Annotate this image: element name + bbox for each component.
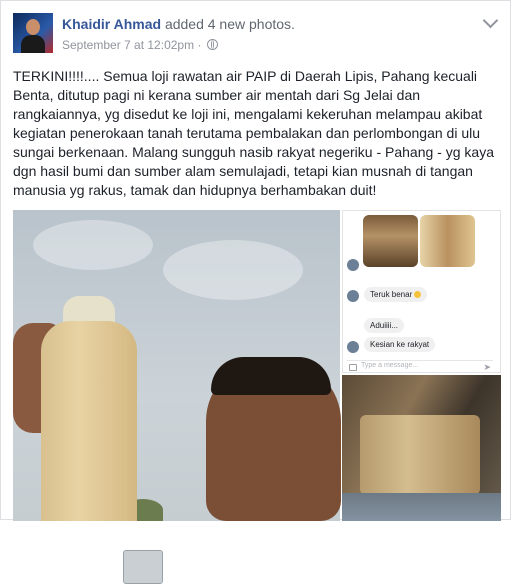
camera-icon [349, 364, 357, 371]
chat-image-foam [420, 215, 475, 267]
chat-input-placeholder: Type a message... [361, 362, 419, 369]
photo-murky-water[interactable] [342, 375, 501, 521]
photo-chat-screenshot[interactable]: Teruk benar Aduiiii... Kesian ke rakyat … [342, 210, 501, 373]
avatar-body [21, 35, 45, 53]
cloud [163, 240, 303, 300]
post-header: Khaidir Ahmad added 4 new photos. [62, 16, 295, 32]
water-strip [342, 493, 501, 521]
muddy-water-bottle [41, 321, 137, 521]
post-body-text: TERKINI!!!!.... Semua loji rawatan air P… [13, 68, 494, 198]
cloud [33, 220, 153, 270]
chat-bubble: Kesian ke rakyat [364, 337, 436, 352]
post-meta: September 7 at 12:02pm · [62, 38, 218, 52]
chat-message-text: Aduiiii... [370, 321, 399, 330]
chat-avatar [347, 290, 359, 302]
emoji-icon [414, 291, 422, 298]
globe-icon[interactable] [206, 39, 218, 50]
chat-avatar [347, 259, 359, 271]
chat-bubble: Aduiiii... [364, 318, 405, 333]
muddy-foam [360, 415, 480, 495]
chat-bubble: Teruk benar [364, 287, 428, 302]
chat-input-bar: Type a message... ➤ [347, 360, 493, 372]
chat-image-water [363, 215, 418, 267]
meta-separator: · [197, 38, 202, 52]
author-avatar[interactable] [13, 13, 53, 53]
facebook-post: Khaidir Ahmad added 4 new photos. Septem… [0, 0, 511, 584]
chat-avatar [347, 341, 359, 353]
author-name-link[interactable]: Khaidir Ahmad [62, 16, 161, 32]
chat-message-text: Kesian ke rakyat [370, 340, 430, 349]
post-action-text: added 4 new photos. [164, 16, 295, 32]
bottle-cap [123, 550, 163, 584]
avatar-head [26, 19, 40, 35]
man-hair [211, 357, 331, 395]
send-icon: ➤ [483, 362, 491, 372]
chat-message-text: Teruk benar [370, 290, 413, 299]
post-timestamp-link[interactable]: September 7 at 12:02pm [62, 38, 194, 52]
chevron-down-icon[interactable] [482, 12, 499, 29]
